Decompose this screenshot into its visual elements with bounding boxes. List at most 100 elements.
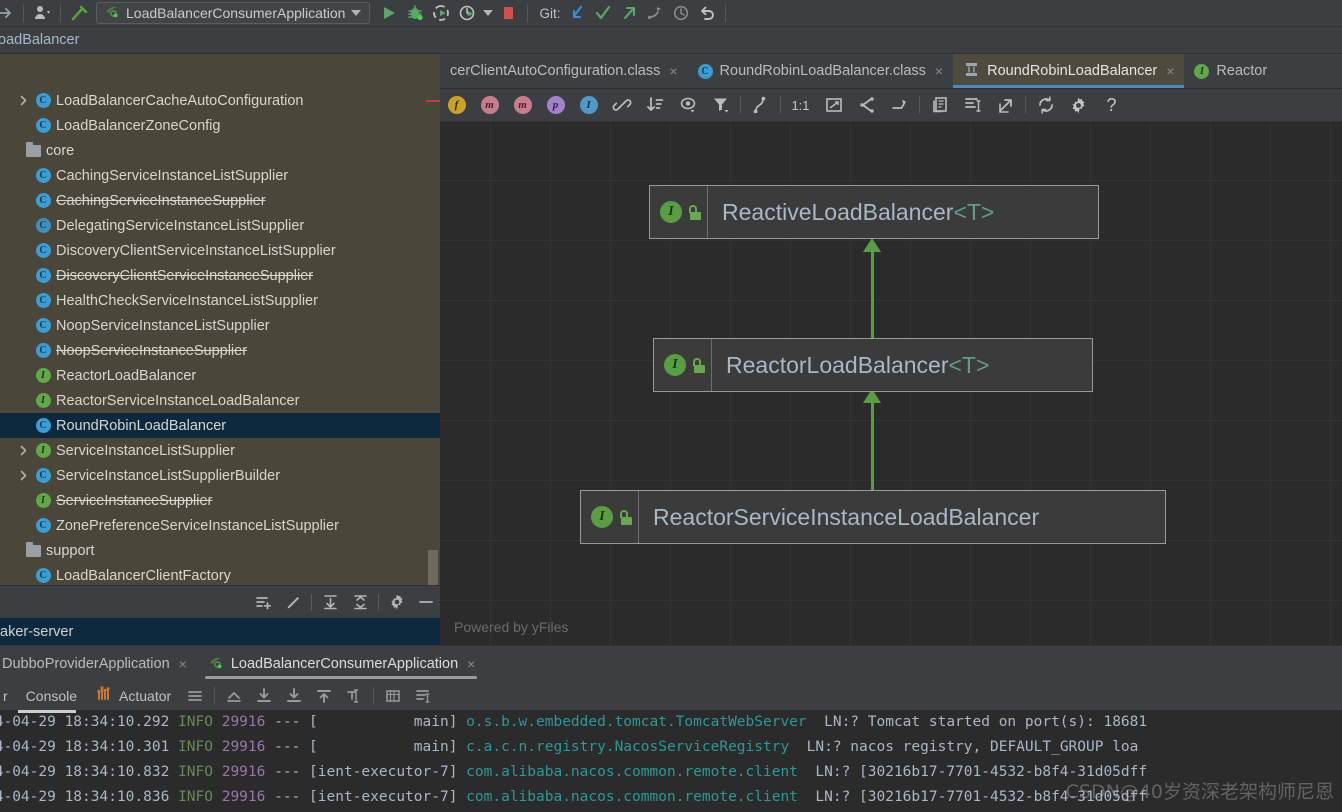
scroll-up-icon[interactable] xyxy=(309,684,339,708)
run-tool-window-tabs[interactable]: DubboProviderApplication × LoadBalancerCon… xyxy=(0,645,1342,681)
editor-tab-bar[interactable]: cerClientAutoConfiguration.class × C RoundR… xyxy=(440,54,1342,89)
tree-item-serviceinstancelistsupplier[interactable]: I ServiceInstanceListSupplier xyxy=(0,438,440,463)
tree-item-noopserviceinstancesupplier[interactable]: C NoopServiceInstanceSupplier xyxy=(0,338,440,363)
run-tab-1[interactable]: LoadBalancerConsumerApplication × xyxy=(197,646,486,681)
git-push-arrow-icon[interactable] xyxy=(616,1,642,25)
run-configuration-selector[interactable]: LoadBalancerConsumerApplication xyxy=(96,2,371,24)
chevron-down-icon[interactable] xyxy=(351,10,362,16)
filter-funnel-icon[interactable] xyxy=(704,92,737,118)
add-to-list-icon[interactable] xyxy=(248,589,278,615)
run-tab-first[interactable]: r xyxy=(0,688,17,704)
breadcrumb-text[interactable]: oadBalancer xyxy=(0,32,79,48)
close-icon[interactable]: × xyxy=(1166,63,1174,79)
project-module-strip[interactable]: aker-server xyxy=(0,618,440,645)
git-history-clock-icon[interactable] xyxy=(668,1,694,25)
close-icon[interactable]: × xyxy=(467,656,475,672)
show-parents-icon[interactable] xyxy=(850,92,883,118)
debug-bug-icon[interactable] xyxy=(402,1,428,25)
tree-item-core[interactable]: core xyxy=(0,138,440,163)
tree-item-noopserviceinstancelistsupplier[interactable]: C NoopServiceInstanceListSupplier xyxy=(0,313,440,338)
hamburger-menu-icon[interactable] xyxy=(180,684,210,708)
console-output[interactable]: CSDN@40岁资深老架构师尼恩 24-04-29 18:34:10.292 I… xyxy=(0,710,1342,812)
actuator-tab[interactable]: Actuator xyxy=(86,685,180,706)
editor-tab-1[interactable]: C RoundRobinLoadBalancer.class × xyxy=(688,54,954,88)
git-rollback-undo-icon[interactable] xyxy=(694,1,720,25)
build-hammer-icon[interactable] xyxy=(66,1,92,25)
soft-wrap-icon[interactable] xyxy=(219,684,249,708)
tree-item-roundrobinloadbalancer[interactable]: C RoundRobinLoadBalancer xyxy=(0,413,440,438)
tree-item-cachingserviceinstancelistsupplier[interactable]: C CachingServiceInstanceListSupplier xyxy=(0,163,440,188)
uml-node-reactive-load-balancer[interactable]: I ReactiveLoadBalancer<T> xyxy=(649,185,1099,239)
tree-item-reactorserviceinstanceloadbalancer[interactable]: I ReactorServiceInstanceLoadBalancer xyxy=(0,388,440,413)
project-tree-scrollbar[interactable] xyxy=(426,88,440,585)
console-tab[interactable]: Console xyxy=(17,688,86,704)
export-icon[interactable] xyxy=(989,92,1022,118)
sort-icon[interactable] xyxy=(638,92,671,118)
editor-tab-3[interactable]: I Reactor xyxy=(1184,54,1277,88)
uml-node-reactor-service-instance-load-balancer[interactable]: I ReactorServiceInstanceLoadBalancer xyxy=(580,490,1166,544)
diagram-toolbar[interactable]: f m m p I 1:1? xyxy=(440,89,1342,122)
scroll-down-icon[interactable] xyxy=(279,684,309,708)
tree-item-discoveryclientserviceinstancelistsupplier[interactable]: C DiscoveryClientServiceInstanceListSuppl… xyxy=(0,238,440,263)
hide-minus-icon[interactable] xyxy=(412,589,440,615)
tree-item-loadbalancerclientfactory[interactable]: C LoadBalancerClientFactory xyxy=(0,563,440,585)
git-update-project-icon[interactable] xyxy=(564,1,590,25)
close-icon[interactable]: × xyxy=(935,63,943,79)
gear-icon[interactable] xyxy=(382,589,412,615)
show-constructors-icon[interactable]: m xyxy=(473,92,506,118)
chevron-right-icon[interactable] xyxy=(14,470,32,481)
scrollbar-thumb[interactable] xyxy=(428,550,438,585)
run-play-icon[interactable] xyxy=(376,1,402,25)
profiler-icon[interactable] xyxy=(454,1,480,25)
uml-node-reactor-load-balancer[interactable]: I ReactorLoadBalancer<T> xyxy=(653,338,1093,392)
tree-item-discoveryclientserviceinstancesupplier[interactable]: C DiscoveryClientServiceInstanceSupplier xyxy=(0,263,440,288)
git-branch-icon[interactable] xyxy=(642,1,668,25)
tree-item-serviceinstancelistsupplierbuilder[interactable]: C ServiceInstanceListSupplierBuilder xyxy=(0,463,440,488)
tree-item-healthcheckserviceinstancelistsupplier[interactable]: C HealthCheckServiceInstanceListSupplier xyxy=(0,288,440,313)
show-methods-icon[interactable]: m xyxy=(506,92,539,118)
chevron-down-icon[interactable] xyxy=(480,1,496,25)
tree-item-cachingserviceinstancesupplier[interactable]: C CachingServiceInstanceSupplier xyxy=(0,188,440,213)
forward-arrow-icon[interactable] xyxy=(0,1,18,25)
show-fields-icon[interactable]: f xyxy=(440,92,473,118)
project-tree[interactable]: C LoadBalancerCacheAutoConfiguration C Load… xyxy=(0,88,440,585)
console-settings-icon[interactable] xyxy=(408,684,438,708)
uml-diagram-canvas[interactable]: I ReactiveLoadBalancer<T> I ReactorLoadB… xyxy=(440,122,1342,645)
editor-tab-0[interactable]: cerClientAutoConfiguration.class × xyxy=(440,54,688,88)
tree-item-serviceinstancesupplier[interactable]: I ServiceInstanceSupplier xyxy=(0,488,440,513)
edge-mode-icon[interactable] xyxy=(744,92,777,118)
print-icon[interactable] xyxy=(378,684,408,708)
select-text-icon[interactable] xyxy=(339,684,369,708)
tree-item-zonepreferenceserviceinstancelistsupplier[interactable]: C ZonePreferenceServiceInstanceListSuppli… xyxy=(0,513,440,538)
show-dependencies-icon[interactable] xyxy=(605,92,638,118)
git-commit-checkmark-icon[interactable] xyxy=(590,1,616,25)
scroll-to-end-icon[interactable] xyxy=(249,684,279,708)
expand-all-icon[interactable] xyxy=(315,589,345,615)
fit-content-icon[interactable] xyxy=(817,92,850,118)
close-icon[interactable]: × xyxy=(669,63,677,79)
tree-item-loadbalancerzoneconfig[interactable]: C LoadBalancerZoneConfig xyxy=(0,113,440,138)
gear-icon[interactable] xyxy=(1062,92,1095,118)
show-properties-icon[interactable]: p xyxy=(539,92,572,118)
chevron-right-icon[interactable] xyxy=(14,445,32,456)
collapse-all-icon[interactable] xyxy=(345,589,375,615)
tree-item-support[interactable]: support xyxy=(0,538,440,563)
close-icon[interactable]: × xyxy=(179,656,187,672)
show-inner-classes-icon[interactable]: I xyxy=(572,92,605,118)
editor-tab-2[interactable]: RoundRobinLoadBalancer × xyxy=(953,54,1185,88)
help-question-icon[interactable]: ? xyxy=(1095,92,1128,118)
tree-item-delegatingserviceinstancelistsupplier[interactable]: C DelegatingServiceInstanceListSupplier xyxy=(0,213,440,238)
actual-size-icon[interactable]: 1:1 xyxy=(784,92,817,118)
user-profile-icon[interactable] xyxy=(29,1,55,25)
stop-square-icon[interactable] xyxy=(496,1,522,25)
copy-diagram-icon[interactable] xyxy=(923,92,956,118)
refresh-icon[interactable] xyxy=(1029,92,1062,118)
tree-item-loadbalancercacheautoconfiguration[interactable]: C LoadBalancerCacheAutoConfiguration xyxy=(0,88,440,113)
show-children-icon[interactable] xyxy=(883,92,916,118)
tree-item-reactorloadbalancer[interactable]: I ReactorLoadBalancer xyxy=(0,363,440,388)
edit-pencil-icon[interactable] xyxy=(278,589,308,615)
visibility-eye-icon[interactable] xyxy=(671,92,704,118)
run-tab-0[interactable]: DubboProviderApplication × xyxy=(0,646,197,681)
layout-icon[interactable] xyxy=(956,92,989,118)
chevron-right-icon[interactable] xyxy=(14,95,32,106)
